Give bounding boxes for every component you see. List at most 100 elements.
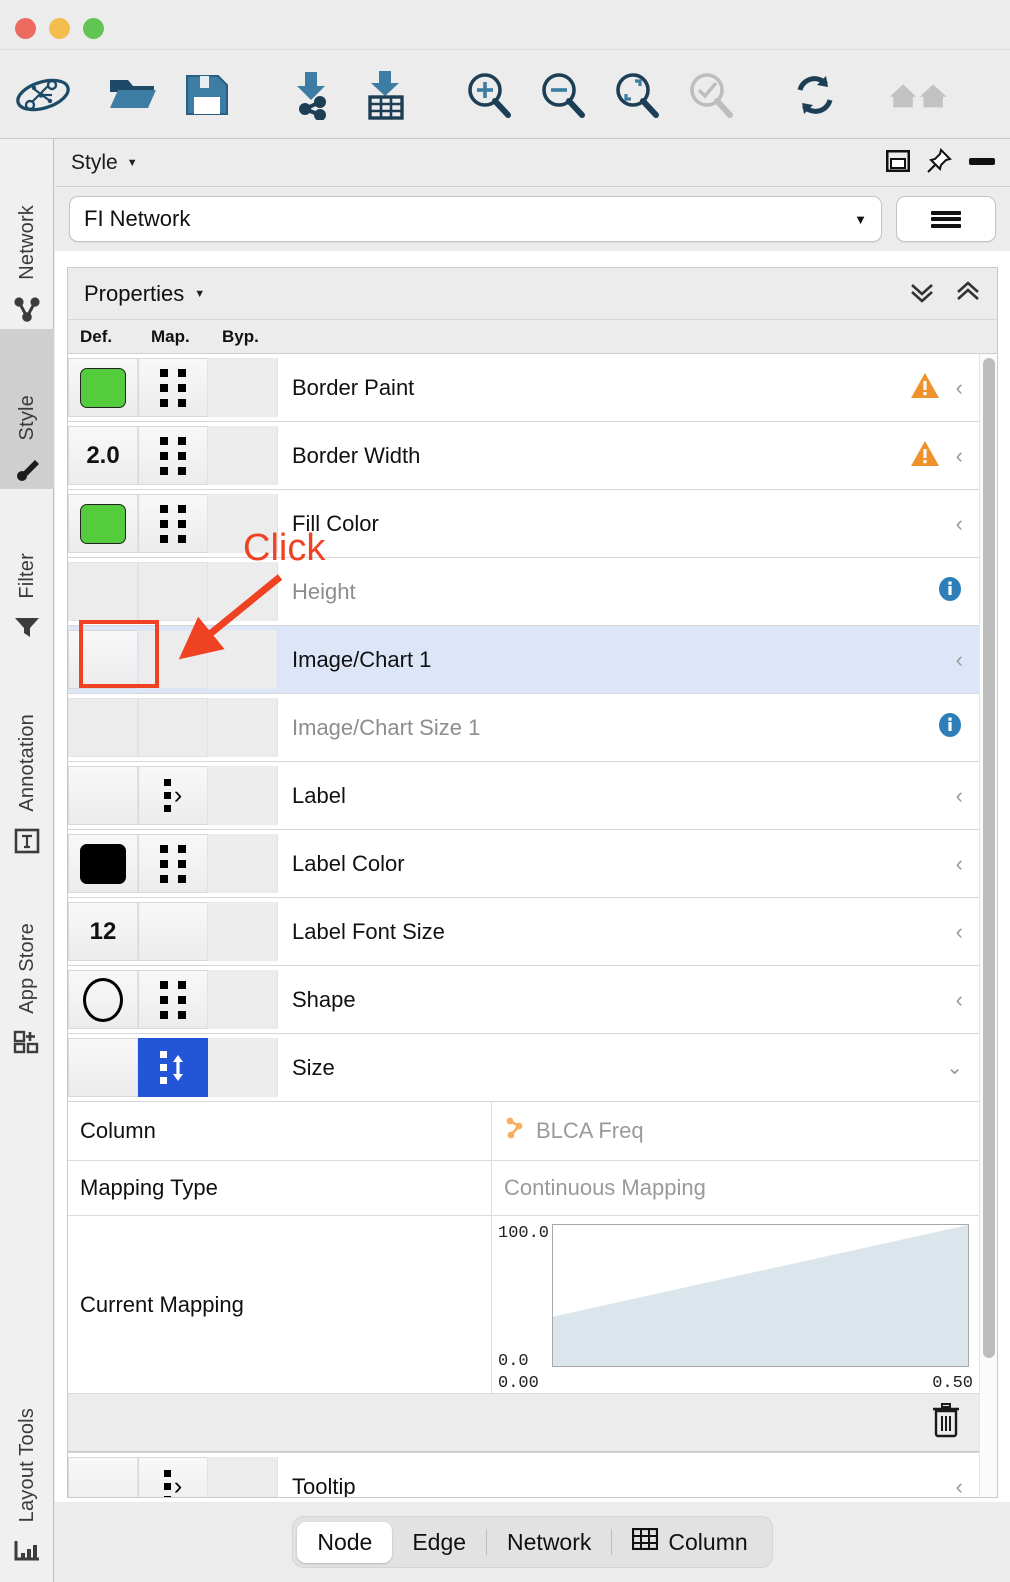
mapping-column-value-cell[interactable]: BLCA Freq bbox=[492, 1102, 979, 1160]
row-mapping-cell[interactable] bbox=[138, 562, 208, 621]
mapping-type-row[interactable]: Mapping Type Continuous Mapping bbox=[68, 1161, 979, 1216]
pin-icon[interactable] bbox=[926, 148, 952, 179]
row-bypass-cell[interactable] bbox=[208, 358, 278, 417]
style-select-dropdown[interactable]: FI Network ▼ bbox=[69, 196, 882, 242]
tab-node[interactable]: Node bbox=[297, 1522, 392, 1563]
chevron-left-icon[interactable]: ‹ bbox=[956, 647, 963, 673]
collapse-all-button[interactable] bbox=[955, 280, 981, 308]
table-row[interactable]: Image/Chart 1 ‹ bbox=[68, 626, 979, 694]
zoom-in-icon[interactable] bbox=[458, 64, 520, 126]
sidebar-item-filter[interactable]: Filter bbox=[0, 489, 54, 644]
zoom-selected-icon[interactable] bbox=[680, 64, 742, 126]
table-row[interactable]: Fill Color ‹ bbox=[68, 490, 979, 558]
warning-icon[interactable] bbox=[910, 440, 940, 472]
sidebar-item-app-store[interactable]: App Store bbox=[0, 859, 54, 1059]
table-row[interactable]: Height bbox=[68, 558, 979, 626]
row-mapping-cell[interactable] bbox=[138, 426, 208, 485]
chevron-left-icon[interactable]: ‹ bbox=[956, 375, 963, 401]
row-default-cell[interactable] bbox=[68, 358, 138, 417]
chevron-left-icon[interactable]: ‹ bbox=[956, 511, 963, 537]
row-default-cell[interactable] bbox=[68, 766, 138, 825]
tab-network[interactable]: Network bbox=[487, 1522, 611, 1563]
row-bypass-cell[interactable] bbox=[208, 834, 278, 893]
row-mapping-cell[interactable] bbox=[138, 902, 208, 961]
table-row[interactable]: Label Color ‹ bbox=[68, 830, 979, 898]
tab-edge[interactable]: Edge bbox=[392, 1522, 486, 1563]
row-bypass-cell[interactable] bbox=[208, 970, 278, 1029]
table-row[interactable]: 12 Label Font Size ‹ bbox=[68, 898, 979, 966]
row-default-cell[interactable] bbox=[68, 834, 138, 893]
row-default-cell[interactable] bbox=[68, 970, 138, 1029]
row-mapping-cell[interactable]: › bbox=[138, 766, 208, 825]
row-default-cell[interactable] bbox=[68, 698, 138, 757]
row-mapping-cell[interactable] bbox=[138, 630, 208, 689]
table-row[interactable]: Size ⌄ bbox=[68, 1034, 979, 1102]
current-mapping-chart[interactable]: 100.0 0.0 0.00 0.50 bbox=[492, 1216, 979, 1393]
minimize-window-button[interactable] bbox=[49, 18, 70, 39]
table-row[interactable]: Border Paint ‹ bbox=[68, 354, 979, 422]
float-window-icon[interactable] bbox=[886, 150, 910, 177]
row-bypass-cell[interactable] bbox=[208, 698, 278, 757]
table-row[interactable]: 2.0 Border Width ‹ bbox=[68, 422, 979, 490]
trash-icon[interactable] bbox=[931, 1402, 961, 1443]
row-mapping-cell[interactable] bbox=[138, 1038, 208, 1097]
chevron-down-icon[interactable]: ⌄ bbox=[946, 1055, 963, 1080]
warning-icon[interactable] bbox=[910, 372, 940, 404]
hamburger-menu-button[interactable] bbox=[896, 196, 996, 242]
maximize-window-button[interactable] bbox=[83, 18, 104, 39]
row-bypass-cell[interactable] bbox=[208, 494, 278, 553]
properties-scrollbar[interactable] bbox=[979, 354, 997, 1497]
row-mapping-cell[interactable] bbox=[138, 970, 208, 1029]
sidebar-item-annotation[interactable]: Annotation bbox=[0, 644, 54, 859]
home-icon[interactable] bbox=[888, 64, 950, 126]
row-mapping-cell[interactable] bbox=[138, 834, 208, 893]
row-bypass-cell[interactable] bbox=[208, 630, 278, 689]
row-default-cell[interactable] bbox=[68, 1457, 138, 1497]
chevron-left-icon[interactable]: ‹ bbox=[956, 783, 963, 809]
table-row[interactable]: › Tooltip ‹ bbox=[68, 1453, 979, 1497]
info-icon[interactable] bbox=[937, 712, 963, 743]
chevron-left-icon[interactable]: ‹ bbox=[956, 987, 963, 1013]
row-bypass-cell[interactable] bbox=[208, 426, 278, 485]
save-icon[interactable] bbox=[176, 64, 238, 126]
table-row[interactable]: › Label ‹ bbox=[68, 762, 979, 830]
chevron-left-icon[interactable]: ‹ bbox=[956, 1474, 963, 1498]
tab-column[interactable]: Column bbox=[612, 1521, 767, 1563]
sidebar-item-style[interactable]: Style bbox=[0, 329, 54, 489]
network-logo-icon[interactable] bbox=[12, 64, 74, 126]
import-network-icon[interactable] bbox=[280, 64, 342, 126]
minimize-icon[interactable] bbox=[968, 154, 996, 172]
row-mapping-cell[interactable]: › bbox=[138, 1457, 208, 1497]
expand-all-button[interactable] bbox=[909, 280, 935, 308]
chevron-left-icon[interactable]: ‹ bbox=[956, 919, 963, 945]
table-row[interactable]: Shape ‹ bbox=[68, 966, 979, 1034]
mapping-column-row[interactable]: Column bbox=[68, 1102, 979, 1161]
row-mapping-cell[interactable] bbox=[138, 698, 208, 757]
close-window-button[interactable] bbox=[15, 18, 36, 39]
open-folder-icon[interactable] bbox=[102, 64, 164, 126]
zoom-out-icon[interactable] bbox=[532, 64, 594, 126]
row-bypass-cell[interactable] bbox=[208, 766, 278, 825]
table-row[interactable]: Image/Chart Size 1 bbox=[68, 694, 979, 762]
chevron-left-icon[interactable]: ‹ bbox=[956, 851, 963, 877]
row-bypass-cell[interactable] bbox=[208, 562, 278, 621]
sidebar-item-layout-tools[interactable]: Layout Tools bbox=[0, 1319, 54, 1569]
chevron-left-icon[interactable]: ‹ bbox=[956, 443, 963, 469]
row-default-cell[interactable]: 12 bbox=[68, 902, 138, 961]
info-icon[interactable] bbox=[937, 576, 963, 607]
scrollbar-thumb[interactable] bbox=[983, 358, 995, 1358]
import-table-icon[interactable] bbox=[354, 64, 416, 126]
row-default-cell[interactable] bbox=[68, 630, 138, 689]
refresh-icon[interactable] bbox=[784, 64, 846, 126]
chevron-down-icon[interactable]: ▼ bbox=[194, 288, 205, 300]
row-mapping-cell[interactable] bbox=[138, 358, 208, 417]
row-bypass-cell[interactable] bbox=[208, 902, 278, 961]
row-mapping-cell[interactable] bbox=[138, 494, 208, 553]
zoom-fit-icon[interactable] bbox=[606, 64, 668, 126]
row-bypass-cell[interactable] bbox=[208, 1457, 278, 1497]
row-default-cell[interactable]: 2.0 bbox=[68, 426, 138, 485]
row-default-cell[interactable] bbox=[68, 494, 138, 553]
row-bypass-cell[interactable] bbox=[208, 1038, 278, 1097]
row-default-cell[interactable] bbox=[68, 562, 138, 621]
chevron-down-icon[interactable]: ▼ bbox=[127, 157, 138, 169]
